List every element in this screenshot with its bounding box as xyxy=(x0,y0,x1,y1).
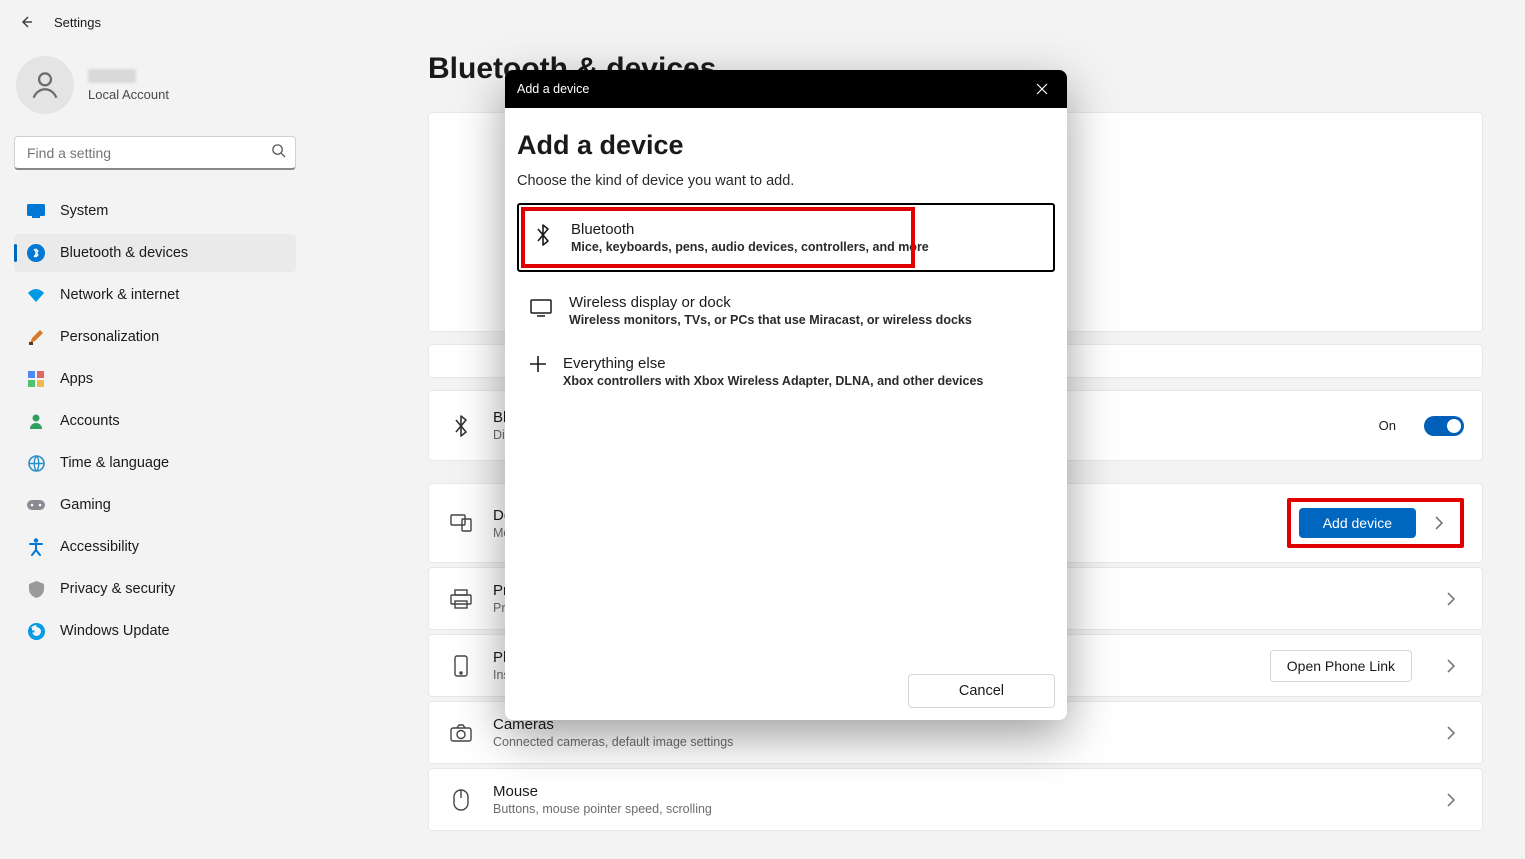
sidebar-item-personalization[interactable]: Personalization xyxy=(14,318,296,356)
sidebar-item-gaming[interactable]: Gaming xyxy=(14,486,296,524)
row-devices[interactable]: Devices Mouse, keyboard, pen, audio, dis… xyxy=(428,483,1483,563)
arrow-left-icon xyxy=(18,14,34,30)
wifi-icon xyxy=(26,285,46,305)
sidebar-item-label: Accounts xyxy=(60,413,120,429)
row-mouse[interactable]: Mouse Buttons, mouse pointer speed, scro… xyxy=(428,768,1483,831)
add-device-highlight: Add device xyxy=(1287,498,1464,548)
chevron-right-icon xyxy=(1426,516,1452,530)
person-icon xyxy=(28,68,62,102)
row-sub: Buttons, mouse pointer speed, scrolling xyxy=(493,802,1412,816)
row-bluetooth-toggle[interactable]: Bluetooth Discoverable On xyxy=(428,390,1483,461)
page-title: Bluetooth & devices xyxy=(428,52,1483,86)
row-title: Phone Link xyxy=(493,649,1252,666)
account-name xyxy=(88,69,136,83)
sidebar-item-label: Apps xyxy=(60,371,93,387)
device-tiles-placeholder xyxy=(428,112,1483,332)
sidebar-item-label: Time & language xyxy=(60,455,169,471)
gamepad-icon xyxy=(26,495,46,515)
search-wrap xyxy=(14,136,296,170)
sidebar-item-time-language[interactable]: Time & language xyxy=(14,444,296,482)
content-area: Bluetooth & devices Bluetooth Discoverab… xyxy=(310,44,1525,859)
row-title: Printers & scanners xyxy=(493,582,1412,599)
sidebar: Local Account System Bluetooth & devices… xyxy=(0,44,310,859)
row-phone[interactable]: Phone Link Instantly access your Android… xyxy=(428,634,1483,697)
row-printers[interactable]: Printers & scanners Preferences, trouble… xyxy=(428,567,1483,630)
row-title: Bluetooth xyxy=(493,409,1361,426)
sidebar-item-accessibility[interactable]: Accessibility xyxy=(14,528,296,566)
bluetooth-toggle[interactable] xyxy=(1424,416,1464,436)
open-phone-link-button[interactable]: Open Phone Link xyxy=(1270,650,1412,682)
sidebar-item-label: Windows Update xyxy=(60,623,170,639)
account-type: Local Account xyxy=(88,87,169,102)
row-sub: Preferences, troubleshoot xyxy=(493,601,1412,615)
printer-icon xyxy=(447,585,475,613)
shield-icon xyxy=(26,579,46,599)
search-input[interactable] xyxy=(14,136,296,170)
update-icon xyxy=(26,621,46,641)
add-device-button[interactable]: Add device xyxy=(1299,508,1416,538)
back-button[interactable] xyxy=(10,6,42,38)
sidebar-item-label: Personalization xyxy=(60,329,159,345)
sidebar-item-privacy[interactable]: Privacy & security xyxy=(14,570,296,608)
sidebar-item-windows-update[interactable]: Windows Update xyxy=(14,612,296,650)
camera-icon xyxy=(447,719,475,747)
window-title: Settings xyxy=(54,15,101,30)
row-sub: Mouse, keyboard, pen, audio, displays an… xyxy=(493,526,1269,540)
sidebar-item-accounts[interactable]: Accounts xyxy=(14,402,296,440)
sidebar-item-label: Privacy & security xyxy=(60,581,175,597)
toggle-label: On xyxy=(1379,418,1396,433)
sidebar-item-system[interactable]: System xyxy=(14,192,296,230)
sidebar-item-network[interactable]: Network & internet xyxy=(14,276,296,314)
row-sub: Discoverable xyxy=(493,428,1361,442)
chevron-right-icon xyxy=(1438,659,1464,673)
mouse-icon xyxy=(447,786,475,814)
bluetooth-icon xyxy=(447,412,475,440)
row-title: Cameras xyxy=(493,716,1412,733)
display-icon xyxy=(26,201,46,221)
sidebar-item-label: System xyxy=(60,203,108,219)
bluetooth-circle-icon xyxy=(26,243,46,263)
chevron-right-icon xyxy=(1438,793,1464,807)
row-title: Devices xyxy=(493,507,1269,524)
sidebar-item-label: Accessibility xyxy=(60,539,139,555)
globe-icon xyxy=(26,453,46,473)
view-more-placeholder xyxy=(428,344,1483,378)
apps-icon xyxy=(26,369,46,389)
chevron-right-icon xyxy=(1438,726,1464,740)
sidebar-item-label: Bluetooth & devices xyxy=(60,245,188,261)
sidebar-item-bluetooth-devices[interactable]: Bluetooth & devices xyxy=(14,234,296,272)
account-block[interactable]: Local Account xyxy=(14,52,296,132)
avatar xyxy=(16,56,74,114)
accessibility-icon xyxy=(26,537,46,557)
row-cameras[interactable]: Cameras Connected cameras, default image… xyxy=(428,701,1483,764)
row-title: Mouse xyxy=(493,783,1412,800)
sidebar-item-label: Gaming xyxy=(60,497,111,513)
devices-icon xyxy=(447,509,475,537)
row-sub: Connected cameras, default image setting… xyxy=(493,735,1412,749)
person-solid-icon xyxy=(26,411,46,431)
search-icon xyxy=(271,143,286,163)
sidebar-item-apps[interactable]: Apps xyxy=(14,360,296,398)
row-sub: Instantly access your Android device's p… xyxy=(493,668,1252,682)
paintbrush-icon xyxy=(26,327,46,347)
phone-icon xyxy=(447,652,475,680)
sidebar-item-label: Network & internet xyxy=(60,287,179,303)
titlebar: Settings xyxy=(0,0,1525,44)
chevron-right-icon xyxy=(1438,592,1464,606)
